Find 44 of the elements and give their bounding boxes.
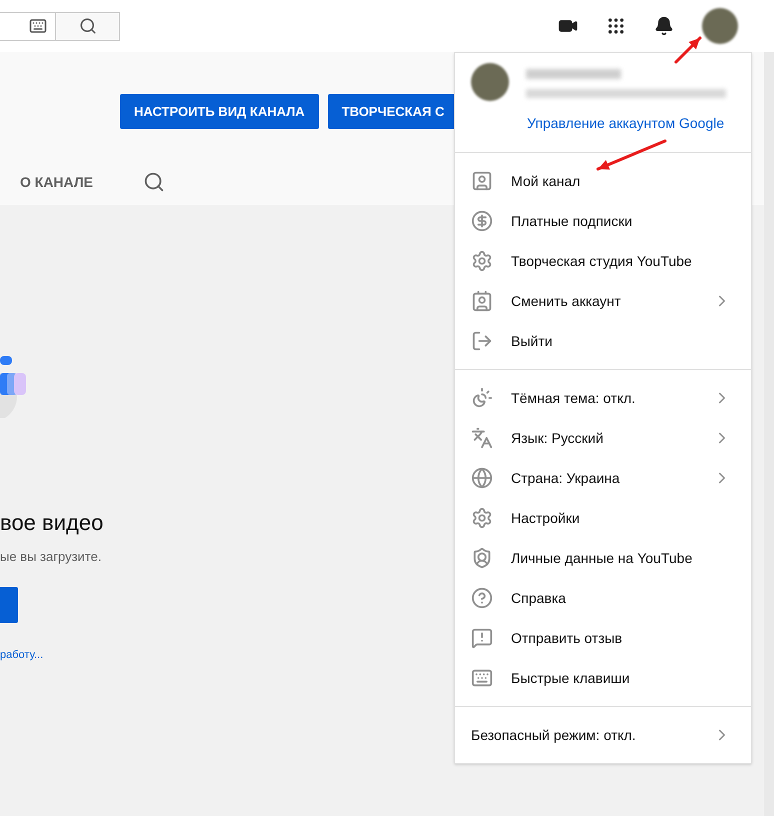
dollar-icon [471,210,493,232]
apps-grid-icon[interactable] [606,16,626,36]
contacts-icon [471,290,493,312]
avatar[interactable] [702,8,738,44]
menu-item[interactable]: Настройки [455,498,751,538]
search-icon[interactable] [143,171,165,193]
menu-item[interactable]: Мой канал [455,161,751,201]
brightness-icon [471,387,493,409]
menu-item[interactable]: Платные подписки [455,201,751,241]
menu-item[interactable]: Выйти [455,321,751,361]
channel-tab[interactable]: О КАНАЛЕ [20,172,93,192]
bell-icon[interactable] [654,16,674,36]
gear-icon [471,250,493,272]
menu-item[interactable]: Сменить аккаунт [455,281,751,321]
settings-icon [471,507,493,529]
search-field[interactable] [0,12,56,40]
manage-account-link[interactable]: Управление аккаунтом Google [527,115,724,131]
shield-icon [471,547,493,569]
channel-button[interactable]: НАСТРОИТЬ ВИД КАНАЛА [120,94,319,129]
learn-more-link[interactable]: работу... [0,646,44,663]
menu-item[interactable]: Безопасный режим: откл. [455,715,751,755]
empty-state-subtitle: ые вы загрузите. [0,548,102,566]
keyboard-icon[interactable] [29,17,47,35]
globe-icon [471,467,493,489]
translate-icon [471,427,493,449]
menu-item[interactable]: Язык: Русский [455,418,751,458]
menu-item[interactable]: Тёмная тема: откл. [455,378,751,418]
menu-item[interactable]: Быстрые клавиши [455,658,751,698]
help-icon [471,587,493,609]
menu-item[interactable]: Отправить отзыв [455,618,751,658]
empty-state-title: вое видео [0,509,104,537]
annotation-arrow [674,36,702,64]
menu-item[interactable]: Личные данные на YouTube [455,538,751,578]
search-icon [78,17,96,35]
profile-avatar [471,63,509,101]
menu-item[interactable]: Страна: Украина [455,458,751,498]
menu-item[interactable]: Справка [455,578,751,618]
annotation-arrow [596,140,666,170]
menu-item[interactable]: Творческая студия YouTube [455,241,751,281]
person-icon [471,170,493,192]
search-button[interactable] [56,12,120,40]
keyboard-icon [471,667,493,689]
exit-icon [471,330,493,352]
feedback-icon [471,627,493,649]
